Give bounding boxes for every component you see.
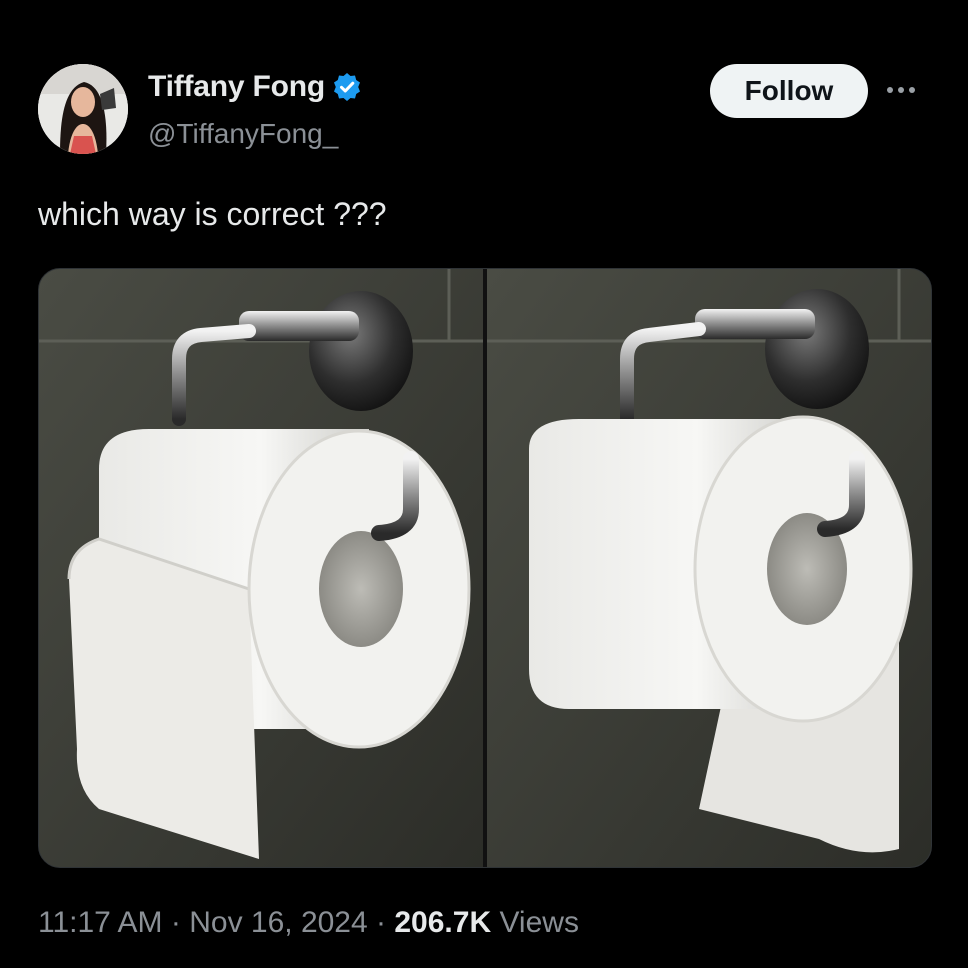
tweet-date[interactable]: Nov 16, 2024 [189, 906, 367, 939]
display-name[interactable]: Tiffany Fong [148, 70, 325, 104]
tweet-text: which way is correct ??? [38, 196, 387, 232]
more-options-icon[interactable] [887, 80, 927, 100]
views-label: Views [499, 906, 579, 939]
tweet-meta: 11:17 AM · Nov 16, 2024 · 206.7K Views [38, 906, 579, 940]
more-dot [887, 87, 893, 93]
verified-badge-icon [331, 71, 363, 103]
meta-separator: · [376, 906, 387, 939]
media-image [39, 269, 931, 867]
more-dot [909, 87, 915, 93]
tweet-time[interactable]: 11:17 AM [38, 906, 163, 939]
profile-photo [38, 64, 128, 154]
more-dot [898, 87, 904, 93]
author-name-row[interactable]: Tiffany Fong [148, 70, 363, 104]
avatar[interactable] [38, 64, 128, 154]
views-count[interactable]: 206.7K [394, 906, 491, 939]
user-handle[interactable]: @TiffanyFong_ [148, 118, 338, 150]
tweet-media[interactable] [38, 268, 932, 868]
follow-button[interactable]: Follow [710, 64, 868, 118]
meta-separator: · [170, 906, 181, 939]
